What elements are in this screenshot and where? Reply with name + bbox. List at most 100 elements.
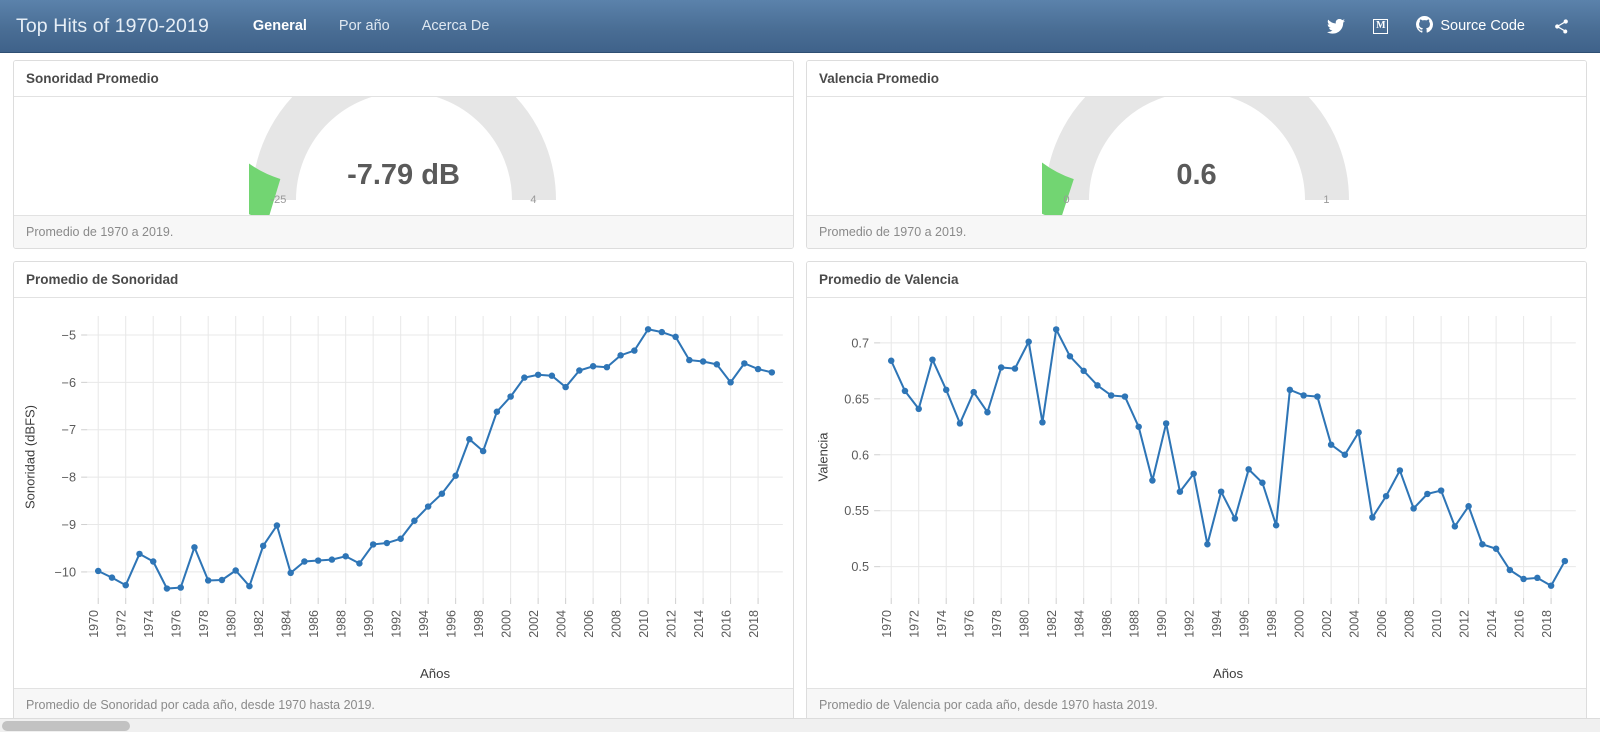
svg-text:1984: 1984: [280, 610, 294, 638]
svg-text:−8: −8: [62, 471, 76, 485]
svg-text:2006: 2006: [582, 610, 596, 638]
svg-text:Años: Años: [420, 666, 451, 681]
svg-text:2018: 2018: [1540, 610, 1554, 638]
nav-link-general[interactable]: General: [237, 10, 323, 42]
card-footer-loudness-chart: Promedio de Sonoridad por cada año, desd…: [14, 688, 793, 721]
gauge-valence-min: 0: [1063, 194, 1070, 206]
svg-text:2012: 2012: [665, 610, 679, 638]
svg-text:−6: −6: [62, 376, 76, 390]
svg-text:2002: 2002: [527, 610, 541, 638]
right-column: Valencia Promedio 0.6 0 1 Promedio de 19…: [800, 60, 1593, 732]
card-title-loudness-chart: Promedio de Sonoridad: [14, 262, 793, 298]
svg-text:1982: 1982: [1045, 610, 1059, 638]
svg-text:1986: 1986: [307, 610, 321, 638]
medium-icon[interactable]: M: [1359, 11, 1402, 42]
left-column: Sonoridad Promedio -7.79 dB -25 4 Promed…: [7, 60, 800, 732]
card-title-valence-gauge: Valencia Promedio: [807, 61, 1586, 97]
github-icon: [1416, 15, 1434, 37]
top-navbar: Top Hits of 1970-2019 General Por año Ac…: [0, 0, 1600, 53]
svg-text:1972: 1972: [908, 610, 922, 638]
gauge-loudness-min: -25: [270, 194, 287, 206]
card-title-loudness-gauge: Sonoridad Promedio: [14, 61, 793, 97]
gauge-loudness-wrap: -7.79 dB -25 4: [14, 97, 793, 215]
source-code-label: Source Code: [1440, 18, 1525, 34]
svg-text:1988: 1988: [335, 610, 349, 638]
medium-letter: M: [1373, 18, 1389, 34]
svg-text:1970: 1970: [87, 610, 101, 638]
svg-text:−10: −10: [54, 566, 76, 580]
chart-valence: 0.7 0.65 0.6 0.55 0.5 1970 1972 1974 1976 1978 198…: [807, 298, 1586, 688]
gauge-loudness-max: 4: [530, 194, 537, 206]
svg-text:1978: 1978: [990, 610, 1004, 638]
twitter-icon[interactable]: [1313, 11, 1359, 42]
card-valence-chart: Promedio de Valencia 0.7 0.65 0.6 0.55 0.5 19…: [806, 261, 1587, 722]
card-loudness-gauge: Sonoridad Promedio -7.79 dB -25 4 Promed…: [13, 60, 794, 249]
share-icon[interactable]: [1539, 10, 1584, 43]
svg-text:0.7: 0.7: [851, 336, 869, 350]
nav-link-acerca-de[interactable]: Acerca De: [406, 10, 506, 42]
svg-text:2008: 2008: [610, 610, 624, 638]
svg-text:−7: −7: [62, 423, 76, 437]
gauge-valence-max: 1: [1323, 194, 1330, 206]
svg-text:2004: 2004: [555, 610, 569, 638]
svg-text:Años: Años: [1213, 666, 1244, 681]
nav-right-actions: M Source Code: [1313, 8, 1584, 45]
svg-text:0.55: 0.55: [844, 504, 869, 518]
card-valence-gauge: Valencia Promedio 0.6 0 1 Promedio de 19…: [806, 60, 1587, 249]
svg-text:Sonoridad (dBFS): Sonoridad (dBFS): [22, 405, 37, 509]
svg-text:2010: 2010: [637, 610, 651, 638]
gauge-valence-wrap: 0.6 0 1: [807, 97, 1586, 215]
source-code-link[interactable]: Source Code: [1402, 8, 1539, 45]
svg-text:1996: 1996: [445, 610, 459, 638]
card-body-loudness-gauge: -7.79 dB -25 4: [14, 97, 793, 215]
svg-text:0.65: 0.65: [844, 392, 869, 406]
svg-text:1974: 1974: [142, 610, 156, 638]
gauge-valence-value: 0.6: [1176, 159, 1217, 191]
svg-text:2016: 2016: [719, 610, 733, 638]
svg-text:2000: 2000: [500, 610, 514, 638]
svg-text:2012: 2012: [1458, 610, 1472, 638]
svg-text:1972: 1972: [115, 610, 129, 638]
app-title: Top Hits of 1970-2019: [16, 14, 209, 37]
svg-text:1982: 1982: [252, 610, 266, 638]
svg-text:1984: 1984: [1073, 610, 1087, 638]
svg-text:2010: 2010: [1430, 610, 1444, 638]
svg-text:1992: 1992: [1183, 610, 1197, 638]
svg-text:1996: 1996: [1238, 610, 1252, 638]
card-loudness-chart: Promedio de Sonoridad −5 −6 −7 −8 −9 −10 1970 1…: [13, 261, 794, 722]
svg-text:1994: 1994: [1210, 610, 1224, 638]
svg-text:1998: 1998: [1265, 610, 1279, 638]
svg-text:2014: 2014: [1485, 610, 1499, 638]
svg-text:2002: 2002: [1320, 610, 1334, 638]
svg-text:2006: 2006: [1375, 610, 1389, 638]
chart-loudness: −5 −6 −7 −8 −9 −10 1970 1972 1974 1976 1978 1980 198…: [14, 298, 793, 688]
svg-text:2008: 2008: [1403, 610, 1417, 638]
horizontal-scrollbar[interactable]: [0, 718, 1600, 732]
svg-text:1998: 1998: [472, 610, 486, 638]
svg-text:Valencia: Valencia: [815, 432, 830, 482]
svg-text:2004: 2004: [1348, 610, 1362, 638]
card-footer-valence-gauge: Promedio de 1970 a 2019.: [807, 215, 1586, 248]
card-title-valence-chart: Promedio de Valencia: [807, 262, 1586, 298]
svg-text:2014: 2014: [692, 610, 706, 638]
svg-text:−9: −9: [62, 518, 76, 532]
scrollbar-thumb[interactable]: [2, 721, 130, 731]
svg-text:1976: 1976: [963, 610, 977, 638]
nav-link-por-ano[interactable]: Por año: [323, 10, 406, 42]
svg-text:1970: 1970: [880, 610, 894, 638]
card-body-valence-gauge: 0.6 0 1: [807, 97, 1586, 215]
gauge-loudness-value: -7.79 dB: [347, 159, 460, 191]
svg-text:2016: 2016: [1512, 610, 1526, 638]
svg-text:1980: 1980: [225, 610, 239, 638]
svg-text:1990: 1990: [1155, 610, 1169, 638]
svg-text:0.5: 0.5: [851, 560, 869, 574]
svg-text:−5: −5: [62, 329, 76, 343]
gauge-valence: 0.6 0 1: [1041, 97, 1352, 215]
svg-text:1978: 1978: [197, 610, 211, 638]
svg-text:1974: 1974: [935, 610, 949, 638]
nav-links: General Por año Acerca De: [237, 10, 506, 42]
svg-text:2018: 2018: [747, 610, 761, 638]
svg-text:1980: 1980: [1018, 610, 1032, 638]
card-footer-valence-chart: Promedio de Valencia por cada año, desde…: [807, 688, 1586, 721]
svg-text:0.6: 0.6: [851, 448, 869, 462]
